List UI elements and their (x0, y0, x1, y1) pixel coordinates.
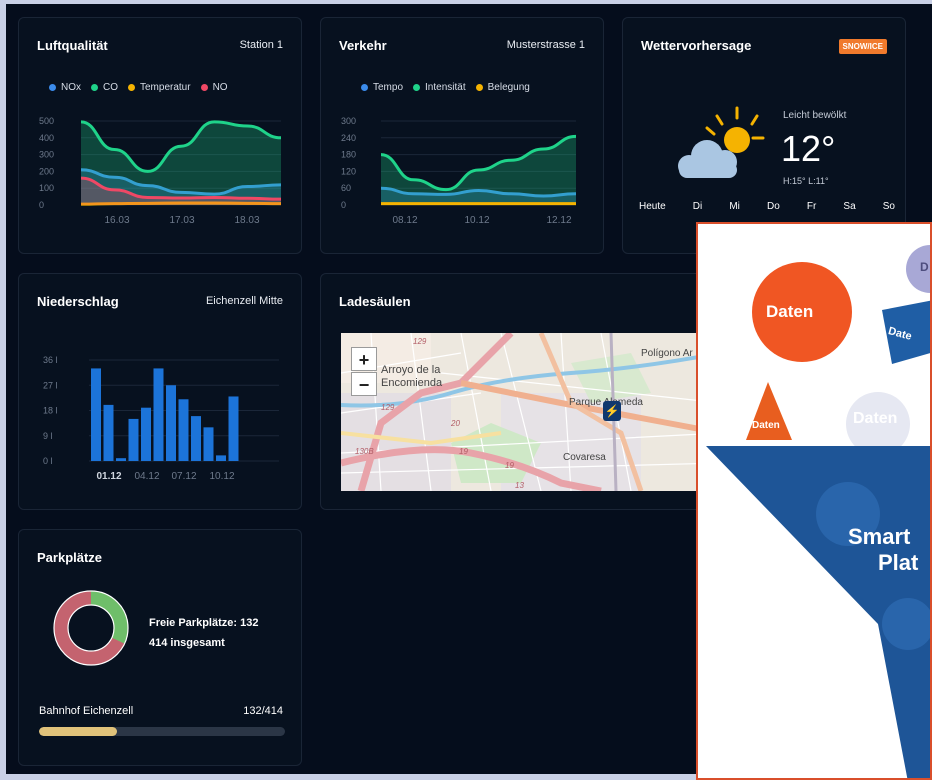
y-tick-label: 0 l (43, 456, 53, 466)
y-tick-label: 0 (39, 200, 44, 210)
donut-inner-outline (67, 604, 115, 652)
y-tick-label: 400 (39, 133, 54, 143)
precipitation-bar[interactable] (103, 404, 114, 461)
map-label-arroyo-2: Encomienda (381, 377, 443, 389)
air-quality-card: Luftqualität Station 1 NOx CO Temperatur… (18, 17, 302, 254)
y-tick-label: 200 (39, 166, 54, 176)
smart-platform-image: Daten D Daten Date Daten Smart Plat (696, 222, 932, 780)
charging-map[interactable]: + − Arroyo de la Encomienda Polígono Ar … (341, 333, 719, 491)
precipitation-bar[interactable] (128, 418, 139, 461)
funnel-graphic (706, 245, 930, 778)
precipitation-bar[interactable] (178, 399, 189, 461)
weather-title: Wettervorhersage (641, 38, 752, 53)
zoom-out-button[interactable]: − (351, 372, 377, 396)
y-tick-label: 120 (341, 166, 356, 176)
air-quality-chart: 500 400 300 200 100 0 16.03 17.03 18.03 (39, 116, 282, 226)
y-tick-label: 18 l (43, 406, 58, 416)
y-tick-label: 300 (39, 150, 54, 160)
weather-day-fr[interactable]: Fr (807, 201, 816, 212)
y-tick-label: 100 (39, 183, 54, 193)
map-label-covaresa: Covaresa (563, 452, 606, 463)
parking-title: Parkplätze (37, 550, 103, 565)
bubble-large-label: Daten (766, 302, 814, 321)
zoom-in-button[interactable]: + (351, 347, 377, 371)
y-tick-label: 0 (341, 200, 346, 210)
x-tick-label: 10.12 (464, 215, 489, 226)
precipitation-bar[interactable] (91, 368, 101, 461)
parking-card: Parkplätze Freie Parkplätze: 132 414 ins… (18, 529, 302, 766)
weather-card: Wettervorhersage SNOW/ICE Leicht bewölkt… (622, 17, 906, 254)
map-label-road-20: 20 (451, 419, 460, 428)
precipitation-card: Niederschlag Eichenzell Mitte 36 l 27 l 18… (18, 273, 302, 510)
weather-day-heute[interactable]: Heute (639, 201, 666, 212)
y-tick-label: 500 (39, 116, 54, 126)
precipitation-bar[interactable] (216, 455, 226, 461)
map-label-road-129b: 129 (381, 403, 395, 412)
charging-station-marker[interactable]: ⚡ (603, 401, 621, 421)
precipitation-bar[interactable] (153, 368, 164, 461)
funnel-title-line2: Plat (878, 550, 919, 575)
weather-day-so[interactable]: So (883, 201, 895, 212)
weather-day-do[interactable]: Do (767, 201, 780, 212)
weather-days: Heute Di Mi Do Fr Sa So (639, 201, 895, 212)
y-tick-label: 9 l (43, 431, 53, 441)
charging-title: Ladesäulen (339, 294, 411, 309)
y-tick-label: 60 (341, 183, 351, 193)
y-tick-label: 36 l (43, 355, 58, 365)
y-tick-label: 300 (341, 116, 356, 126)
weather-condition: Leicht bewölkt (783, 110, 847, 121)
funnel-title-line1: Smart (848, 524, 911, 549)
x-tick-label: 08.12 (392, 215, 417, 226)
y-tick-label: 240 (341, 133, 356, 143)
traffic-chart: 300 240 180 120 60 0 08.12 10.12 12.12 (341, 116, 577, 226)
parking-progress-track (39, 727, 285, 736)
x-tick-label: 12.12 (546, 215, 571, 226)
x-tick-label: 17.03 (169, 215, 194, 226)
weather-warning-badge: SNOW/ICE (838, 39, 887, 54)
triangle-label: Daten (752, 420, 780, 431)
x-tick-label: 04.12 (134, 471, 159, 482)
precipitation-chart: 36 l 27 l 18 l 9 l 0 l 01.12 04.12 07.12 10.12 (43, 355, 279, 482)
charging-card: Ladesäulen + − Arroyo de la Encomienda P… (320, 273, 720, 510)
weather-hilo: H:15° L:11° (783, 176, 829, 186)
weather-temperature: 12° (781, 128, 836, 169)
traffic-card: Verkehr Musterstrasse 1 Tempo Intensität… (320, 17, 604, 254)
gear-icon-small (882, 598, 930, 650)
x-tick-label: 16.03 (104, 215, 129, 226)
weather-day-sa[interactable]: Sa (843, 201, 855, 212)
bubble-faded-label: Daten (853, 410, 898, 427)
precipitation-bar[interactable] (203, 427, 214, 461)
parking-total-text: 414 insgesamt (149, 637, 225, 649)
y-tick-label: 180 (341, 150, 356, 160)
map-label-poligono: Polígono Ar (641, 348, 693, 359)
map-label-road-130b: 130B (355, 447, 374, 456)
weather-day-mi[interactable]: Mi (729, 201, 740, 212)
map-label-road-19a: 19 (459, 447, 468, 456)
x-tick-label: 01.12 (96, 471, 121, 482)
precipitation-bar[interactable] (166, 385, 176, 461)
partly-cloudy-icon (678, 106, 765, 178)
bubble-small-label: D (920, 260, 929, 274)
map-label-road-13: 13 (515, 481, 524, 490)
precipitation-bar[interactable] (191, 416, 201, 461)
parking-lot-count: 132/414 (243, 705, 283, 717)
parking-lot-name: Bahnhof Eichenzell (39, 705, 134, 717)
weather-day-di[interactable]: Di (693, 201, 702, 212)
triangle-daten (746, 382, 792, 440)
precipitation-bar[interactable] (116, 458, 126, 461)
parking-free-text: Freie Parkplätze: 132 (149, 617, 259, 629)
x-tick-label: 10.12 (209, 471, 234, 482)
parking-donut-chart (53, 590, 129, 666)
map-label-arroyo-1: Arroyo de la (381, 364, 441, 376)
x-tick-label: 07.12 (171, 471, 196, 482)
precipitation-bar[interactable] (228, 396, 239, 461)
parking-progress-fill (39, 727, 118, 736)
y-tick-label: 27 l (43, 380, 58, 390)
x-tick-label: 18.03 (234, 215, 259, 226)
map-label-road-129: 129 (413, 337, 427, 346)
precipitation-bar[interactable] (141, 407, 151, 461)
map-label-road-19b: 19 (505, 461, 514, 470)
